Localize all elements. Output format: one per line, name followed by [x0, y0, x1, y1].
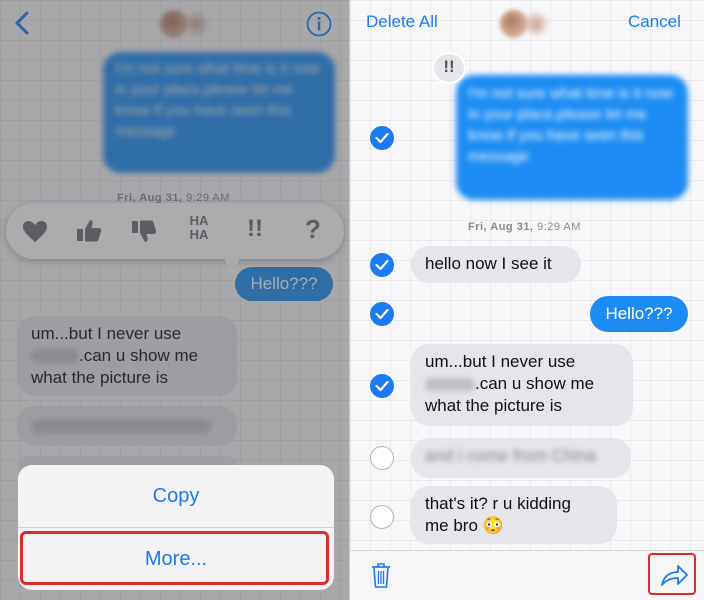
sent-message[interactable]: I'm not sure what time is it now in your…	[456, 75, 688, 200]
more-action[interactable]: More...	[18, 528, 334, 590]
message-line: .can u show me	[425, 373, 619, 395]
received-message[interactable]: um...but I never use .can u show me what…	[411, 344, 633, 426]
message-timestamp: Fri, Aug 31, 9:29 AM	[468, 221, 581, 233]
received-message-blurred[interactable]: and i come from China	[411, 438, 631, 478]
select-checkbox-checked[interactable]	[370, 126, 394, 150]
message-line: um...but I never use	[425, 352, 576, 371]
delete-all-button[interactable]: Delete All	[366, 12, 438, 32]
message-line: what the picture is	[425, 396, 563, 415]
received-message[interactable]: hello now I see it	[411, 246, 581, 283]
select-checkbox-checked[interactable]	[370, 253, 394, 277]
edit-header: Delete All Cancel	[350, 0, 704, 48]
action-sheet: Copy More...	[18, 465, 334, 590]
select-checkbox-unchecked[interactable]	[370, 505, 394, 529]
left-screen: I'm not sure what time is it now in your…	[0, 0, 349, 600]
copy-action[interactable]: Copy	[18, 465, 334, 527]
right-screen: Delete All Cancel I'm not sure what time…	[350, 0, 704, 600]
cancel-button[interactable]: Cancel	[628, 12, 681, 32]
select-checkbox-checked[interactable]	[370, 374, 394, 398]
exclamation-reaction-badge: !!	[432, 52, 466, 84]
contact-avatar-blur	[522, 10, 550, 38]
select-checkbox-unchecked[interactable]	[370, 446, 394, 470]
trash-icon[interactable]	[369, 561, 393, 589]
select-checkbox-checked[interactable]	[370, 302, 394, 326]
received-message[interactable]: that's it? r u kidding me bro 😳	[411, 486, 617, 544]
bottom-toolbar	[350, 550, 704, 600]
flushed-emoji-icon: 😳	[482, 516, 504, 535]
message-line: that's it? r u kidding	[425, 494, 571, 513]
redacted-text	[425, 378, 475, 392]
message-line: me bro 😳	[425, 516, 504, 535]
hello-message[interactable]: Hello???	[590, 296, 688, 332]
forward-arrow-icon[interactable]	[658, 563, 690, 589]
